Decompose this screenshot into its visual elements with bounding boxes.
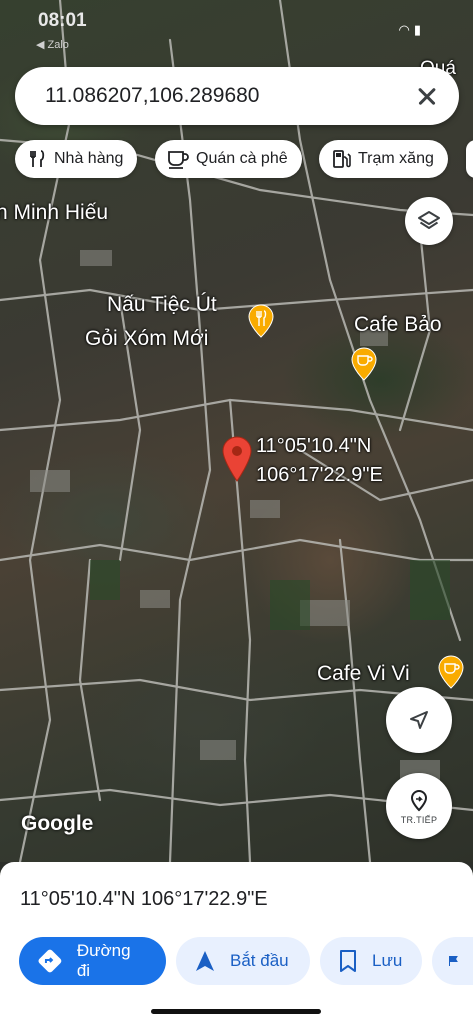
more-actions-button[interactable] [432, 937, 473, 985]
restaurant-icon [30, 150, 45, 167]
coffee-icon [168, 151, 189, 169]
pin-coordinates-label: 11°05'10.4"N 106°17'22.9"E [256, 432, 383, 490]
cafe-bao-poi-pin-icon[interactable] [351, 347, 377, 381]
bookmark-icon [340, 950, 356, 972]
map-label-minh-hieu[interactable]: n Minh Hiếu [0, 200, 108, 225]
chip-restaurants-label: Nhà hàng [54, 150, 124, 167]
wifi-icon: ◠ [398, 22, 414, 37]
cafe-vivi-poi-pin-icon[interactable] [438, 655, 464, 689]
chip-gas-station[interactable]: Trạm xăng [319, 140, 448, 178]
status-icons: ◠▮ [399, 22, 426, 38]
location-arrow-icon [410, 711, 428, 729]
pin-directions-icon [410, 789, 428, 811]
chip-coffee-label: Quán cà phê [196, 150, 288, 167]
search-bar[interactable]: 11.086207,106.289680 [15, 67, 459, 125]
place-coordinates: 11°05'10.4"N 106°17'22.9"E [20, 888, 268, 910]
map-label-nau-tiec-line1[interactable]: Nấu Tiệc Út [107, 292, 217, 317]
my-location-button[interactable] [386, 687, 452, 753]
back-to-app[interactable]: ◀ Zalo [36, 38, 69, 51]
directions-icon [38, 949, 62, 973]
dropped-pin-icon[interactable] [222, 436, 252, 482]
next-directions-button[interactable]: TR.TIẾP [386, 773, 452, 839]
save-button[interactable]: Lưu [320, 937, 422, 985]
map-label-cafe-vivi[interactable]: Cafe Vi Vi [317, 661, 410, 686]
map-label-nau-tiec-line2[interactable]: Gỏi Xóm Mới [85, 326, 208, 351]
pin-latitude: 11°05'10.4"N [256, 435, 372, 457]
map-layers-button[interactable] [405, 197, 453, 245]
save-label: Lưu [372, 951, 403, 970]
restaurant-poi-pin-icon[interactable] [248, 304, 274, 338]
chip-more[interactable] [466, 140, 473, 178]
layers-icon [418, 211, 440, 229]
chip-coffee[interactable]: Quán cà phê [155, 140, 302, 178]
pin-longitude: 106°17'22.9"E [256, 464, 383, 486]
flag-icon [449, 956, 458, 966]
start-button[interactable]: Bắt đầu [176, 937, 310, 985]
close-icon[interactable] [413, 82, 441, 110]
directions-label: Đường đi [76, 941, 131, 980]
battery-icon: ▮ [413, 22, 425, 37]
gas-station-icon [333, 150, 351, 168]
google-logo: Google [21, 812, 94, 835]
directions-button[interactable]: Đường đi [19, 937, 166, 985]
navigation-arrow-icon [196, 951, 214, 971]
satellite-map[interactable]: 08:01 ◀ Zalo ◠▮ n Minh Hiếu Quá Nấu Tiệc… [0, 0, 473, 862]
search-query-text[interactable]: 11.086207,106.289680 [45, 84, 413, 108]
place-bottom-sheet[interactable]: 11°05'10.4"N 106°17'22.9"E Đường đi Bắt … [0, 862, 473, 1024]
map-label-cafe-bao[interactable]: Cafe Bảo [354, 312, 442, 337]
home-indicator [151, 1009, 321, 1014]
chip-gas-station-label: Trạm xăng [358, 150, 434, 167]
chip-restaurants[interactable]: Nhà hàng [15, 140, 138, 178]
status-time: 08:01 [38, 10, 87, 31]
start-label: Bắt đầu [230, 951, 289, 970]
next-directions-label: TR.TIẾP [400, 814, 438, 825]
